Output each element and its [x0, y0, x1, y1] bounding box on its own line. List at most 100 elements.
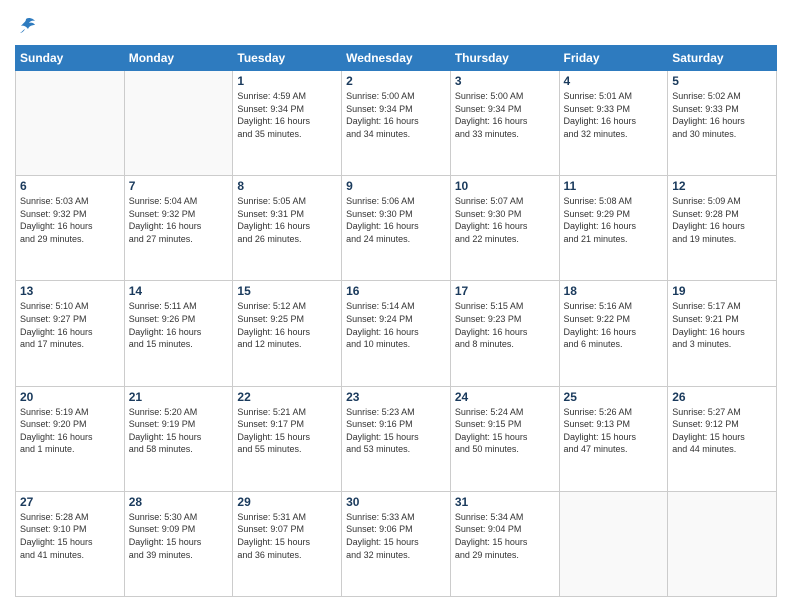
- header: [15, 15, 777, 37]
- day-info: Sunrise: 5:30 AM Sunset: 9:09 PM Dayligh…: [129, 511, 229, 561]
- day-info: Sunrise: 5:27 AM Sunset: 9:12 PM Dayligh…: [672, 406, 772, 456]
- day-info: Sunrise: 5:14 AM Sunset: 9:24 PM Dayligh…: [346, 300, 446, 350]
- calendar-cell: 4Sunrise: 5:01 AM Sunset: 9:33 PM Daylig…: [559, 71, 668, 176]
- logo: [15, 15, 39, 37]
- weekday-header: Thursday: [450, 46, 559, 71]
- weekday-header: Wednesday: [342, 46, 451, 71]
- day-info: Sunrise: 5:12 AM Sunset: 9:25 PM Dayligh…: [237, 300, 337, 350]
- day-number: 2: [346, 74, 446, 88]
- day-info: Sunrise: 5:06 AM Sunset: 9:30 PM Dayligh…: [346, 195, 446, 245]
- weekday-header-row: SundayMondayTuesdayWednesdayThursdayFrid…: [16, 46, 777, 71]
- calendar-week-row: 1 Sunrise: 4:59 AM Sunset: 9:34 PM Daylig…: [16, 71, 777, 176]
- day-info: Sunrise: 5:24 AM Sunset: 9:15 PM Dayligh…: [455, 406, 555, 456]
- calendar-cell: 27Sunrise: 5:28 AM Sunset: 9:10 PM Dayli…: [16, 491, 125, 596]
- calendar-cell: 25 Sunrise: 5:26 AM Sunset: 9:13 PM Dayli…: [559, 386, 668, 491]
- day-number: 5: [672, 74, 772, 88]
- weekday-header: Saturday: [668, 46, 777, 71]
- calendar: SundayMondayTuesdayWednesdayThursdayFrid…: [15, 45, 777, 597]
- calendar-cell: 10Sunrise: 5:07 AM Sunset: 9:30 PM Dayli…: [450, 176, 559, 281]
- calendar-cell: [124, 71, 233, 176]
- day-number: 6: [20, 179, 120, 193]
- day-number: 15: [237, 284, 337, 298]
- day-info: Sunrise: 5:11 AM Sunset: 9:26 PM Dayligh…: [129, 300, 229, 350]
- calendar-cell: 5 Sunrise: 5:02 AM Sunset: 9:33 PM Daylig…: [668, 71, 777, 176]
- calendar-cell: 9Sunrise: 5:06 AM Sunset: 9:30 PM Daylig…: [342, 176, 451, 281]
- day-number: 3: [455, 74, 555, 88]
- day-number: 17: [455, 284, 555, 298]
- calendar-cell: 2 Sunrise: 5:00 AM Sunset: 9:34 PM Daylig…: [342, 71, 451, 176]
- day-info: Sunrise: 5:16 AM Sunset: 9:22 PM Dayligh…: [564, 300, 664, 350]
- day-info: Sunrise: 5:07 AM Sunset: 9:30 PM Dayligh…: [455, 195, 555, 245]
- day-info: Sunrise: 5:08 AM Sunset: 9:29 PM Dayligh…: [564, 195, 664, 245]
- weekday-header: Friday: [559, 46, 668, 71]
- day-number: 31: [455, 495, 555, 509]
- day-number: 7: [129, 179, 229, 193]
- calendar-cell: 29Sunrise: 5:31 AM Sunset: 9:07 PM Dayli…: [233, 491, 342, 596]
- day-info: Sunrise: 5:04 AM Sunset: 9:32 PM Dayligh…: [129, 195, 229, 245]
- day-number: 30: [346, 495, 446, 509]
- day-info: Sunrise: 5:33 AM Sunset: 9:06 PM Dayligh…: [346, 511, 446, 561]
- calendar-week-row: 6 Sunrise: 5:03 AM Sunset: 9:32 PM Daylig…: [16, 176, 777, 281]
- day-info: Sunrise: 5:03 AM Sunset: 9:32 PM Dayligh…: [20, 195, 120, 245]
- weekday-header: Monday: [124, 46, 233, 71]
- day-number: 24: [455, 390, 555, 404]
- day-info: Sunrise: 5:34 AM Sunset: 9:04 PM Dayligh…: [455, 511, 555, 561]
- calendar-cell: 23 Sunrise: 5:23 AM Sunset: 9:16 PM Dayli…: [342, 386, 451, 491]
- calendar-cell: 19Sunrise: 5:17 AM Sunset: 9:21 PM Dayli…: [668, 281, 777, 386]
- page: SundayMondayTuesdayWednesdayThursdayFrid…: [0, 0, 792, 612]
- day-number: 4: [564, 74, 664, 88]
- calendar-cell: 24 Sunrise: 5:24 AM Sunset: 9:15 PM Dayli…: [450, 386, 559, 491]
- day-number: 13: [20, 284, 120, 298]
- day-number: 12: [672, 179, 772, 193]
- calendar-cell: 3 Sunrise: 5:00 AM Sunset: 9:34 PM Daylig…: [450, 71, 559, 176]
- calendar-cell: 21Sunrise: 5:20 AM Sunset: 9:19 PM Dayli…: [124, 386, 233, 491]
- calendar-cell: 28 Sunrise: 5:30 AM Sunset: 9:09 PM Dayli…: [124, 491, 233, 596]
- calendar-cell: 22Sunrise: 5:21 AM Sunset: 9:17 PM Dayli…: [233, 386, 342, 491]
- day-info: Sunrise: 5:09 AM Sunset: 9:28 PM Dayligh…: [672, 195, 772, 245]
- day-info: Sunrise: 5:21 AM Sunset: 9:17 PM Dayligh…: [237, 406, 337, 456]
- weekday-header: Sunday: [16, 46, 125, 71]
- calendar-cell: 20 Sunrise: 5:19 AM Sunset: 9:20 PM Dayli…: [16, 386, 125, 491]
- calendar-cell: 16 Sunrise: 5:14 AM Sunset: 9:24 PM Dayli…: [342, 281, 451, 386]
- day-number: 23: [346, 390, 446, 404]
- day-info: Sunrise: 5:00 AM Sunset: 9:34 PM Dayligh…: [455, 90, 555, 140]
- calendar-cell: 30 Sunrise: 5:33 AM Sunset: 9:06 PM Dayli…: [342, 491, 451, 596]
- calendar-cell: 18 Sunrise: 5:16 AM Sunset: 9:22 PM Dayli…: [559, 281, 668, 386]
- day-number: 18: [564, 284, 664, 298]
- calendar-week-row: 27Sunrise: 5:28 AM Sunset: 9:10 PM Dayli…: [16, 491, 777, 596]
- day-number: 8: [237, 179, 337, 193]
- calendar-cell: 31 Sunrise: 5:34 AM Sunset: 9:04 PM Dayli…: [450, 491, 559, 596]
- calendar-cell: [559, 491, 668, 596]
- calendar-cell: 11 Sunrise: 5:08 AM Sunset: 9:29 PM Dayli…: [559, 176, 668, 281]
- calendar-week-row: 20 Sunrise: 5:19 AM Sunset: 9:20 PM Dayli…: [16, 386, 777, 491]
- calendar-cell: [16, 71, 125, 176]
- day-info: Sunrise: 5:23 AM Sunset: 9:16 PM Dayligh…: [346, 406, 446, 456]
- day-info: Sunrise: 5:19 AM Sunset: 9:20 PM Dayligh…: [20, 406, 120, 456]
- day-info: Sunrise: 5:28 AM Sunset: 9:10 PM Dayligh…: [20, 511, 120, 561]
- calendar-cell: 6 Sunrise: 5:03 AM Sunset: 9:32 PM Daylig…: [16, 176, 125, 281]
- logo-wrapper: [15, 15, 39, 37]
- calendar-cell: 14 Sunrise: 5:11 AM Sunset: 9:26 PM Dayli…: [124, 281, 233, 386]
- day-number: 26: [672, 390, 772, 404]
- day-info: Sunrise: 5:02 AM Sunset: 9:33 PM Dayligh…: [672, 90, 772, 140]
- day-info: Sunrise: 4:59 AM Sunset: 9:34 PM Dayligh…: [237, 90, 337, 140]
- calendar-cell: 12 Sunrise: 5:09 AM Sunset: 9:28 PM Dayli…: [668, 176, 777, 281]
- calendar-cell: 13Sunrise: 5:10 AM Sunset: 9:27 PM Dayli…: [16, 281, 125, 386]
- day-number: 25: [564, 390, 664, 404]
- calendar-cell: 15 Sunrise: 5:12 AM Sunset: 9:25 PM Dayli…: [233, 281, 342, 386]
- day-number: 16: [346, 284, 446, 298]
- calendar-cell: 7 Sunrise: 5:04 AM Sunset: 9:32 PM Daylig…: [124, 176, 233, 281]
- calendar-cell: 26 Sunrise: 5:27 AM Sunset: 9:12 PM Dayli…: [668, 386, 777, 491]
- day-number: 11: [564, 179, 664, 193]
- calendar-cell: 17Sunrise: 5:15 AM Sunset: 9:23 PM Dayli…: [450, 281, 559, 386]
- day-info: Sunrise: 5:31 AM Sunset: 9:07 PM Dayligh…: [237, 511, 337, 561]
- day-info: Sunrise: 5:00 AM Sunset: 9:34 PM Dayligh…: [346, 90, 446, 140]
- calendar-cell: 1 Sunrise: 4:59 AM Sunset: 9:34 PM Daylig…: [233, 71, 342, 176]
- day-info: Sunrise: 5:26 AM Sunset: 9:13 PM Dayligh…: [564, 406, 664, 456]
- day-number: 28: [129, 495, 229, 509]
- day-number: 1: [237, 74, 337, 88]
- day-number: 20: [20, 390, 120, 404]
- day-number: 21: [129, 390, 229, 404]
- bird-icon: [15, 15, 37, 37]
- day-number: 14: [129, 284, 229, 298]
